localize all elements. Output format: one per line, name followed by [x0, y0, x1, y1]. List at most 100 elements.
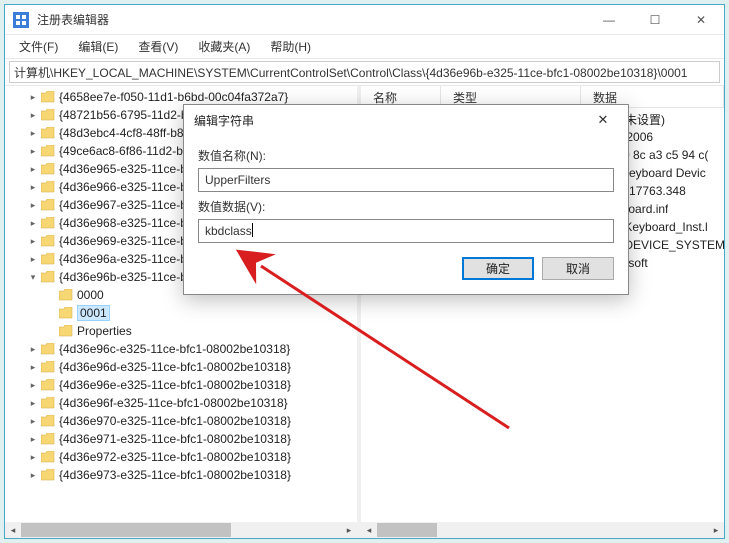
folder-icon [41, 253, 55, 265]
tree-item[interactable]: ▸Properties [5, 322, 357, 340]
menu-favorites[interactable]: 收藏夹(A) [190, 36, 258, 57]
expand-icon[interactable]: ▸ [27, 91, 39, 103]
close-button[interactable]: ✕ [678, 5, 724, 35]
value-data-input[interactable] [198, 219, 614, 243]
tree-item-label: {4d36e966-e325-11ce-bf [59, 180, 190, 194]
tree-item-label: {4d36e969-e325-11ce-bf [59, 234, 190, 248]
tree-item-label: {4d36e965-e325-11ce-bf [59, 162, 190, 176]
expand-icon[interactable]: ▸ [27, 379, 39, 391]
cancel-button[interactable]: 取消 [542, 257, 614, 280]
folder-icon [59, 289, 73, 301]
tree-item-label: {4d36e96b-e325-11ce-bf [59, 270, 190, 284]
folder-icon [41, 343, 55, 355]
tree-item-label: {4d36e96f-e325-11ce-bfc1-08002be10318} [59, 396, 288, 410]
folder-icon [41, 217, 55, 229]
tree-item[interactable]: ▸ {4d36e970-e325-11ce-bfc1-08002be10318} [5, 412, 357, 430]
expand-icon[interactable]: ▸ [27, 397, 39, 409]
tree-item-label: {48721b56-6795-11d2-b [59, 108, 188, 122]
tree-item[interactable]: ▸ {4d36e96d-e325-11ce-bfc1-08002be10318} [5, 358, 357, 376]
tree-item-label: Properties [77, 324, 132, 338]
expand-icon[interactable]: ▸ [27, 343, 39, 355]
folder-icon [41, 379, 55, 391]
expand-icon[interactable]: ▸ [27, 469, 39, 481]
folder-icon [41, 469, 55, 481]
edit-string-dialog: 编辑字符串 ✕ 数值名称(N): 数值数据(V): 确定 取消 [183, 104, 629, 295]
folder-icon [41, 91, 55, 103]
folder-icon [41, 361, 55, 373]
folder-icon [41, 271, 55, 283]
tree-scrollbar-h[interactable]: ◂ ▸ [5, 522, 357, 538]
scroll-thumb[interactable] [377, 523, 437, 537]
expand-icon[interactable]: ▸ [27, 451, 39, 463]
tree-item-label: {4d36e96d-e325-11ce-bfc1-08002be10318} [59, 360, 291, 374]
tree-item-label: {4d36e973-e325-11ce-bfc1-08002be10318} [59, 468, 291, 482]
dialog-close-button[interactable]: ✕ [588, 105, 618, 135]
titlebar[interactable]: 注册表编辑器 — ☐ ✕ [5, 5, 724, 35]
folder-icon [41, 199, 55, 211]
folder-icon [41, 451, 55, 463]
menu-file[interactable]: 文件(F) [11, 36, 66, 57]
value-name-input[interactable] [198, 168, 614, 192]
tree-item-label: 0000 [77, 288, 104, 302]
dialog-titlebar[interactable]: 编辑字符串 ✕ [184, 105, 628, 135]
expand-icon[interactable]: ▸ [27, 433, 39, 445]
folder-icon [41, 181, 55, 193]
tree-item[interactable]: ▸ {4d36e973-e325-11ce-bfc1-08002be10318} [5, 466, 357, 484]
scroll-right-icon[interactable]: ▸ [708, 522, 724, 538]
expand-icon[interactable]: ▸ [27, 217, 39, 229]
expand-icon[interactable]: ▸ [27, 253, 39, 265]
scroll-right-icon[interactable]: ▸ [341, 522, 357, 538]
tree-item[interactable]: ▸ {4d36e972-e325-11ce-bfc1-08002be10318} [5, 448, 357, 466]
menu-edit[interactable]: 编辑(E) [70, 36, 126, 57]
tree-item-label: {4d36e971-e325-11ce-bfc1-08002be10318} [59, 432, 291, 446]
menu-help[interactable]: 帮助(H) [262, 36, 319, 57]
folder-icon [59, 307, 73, 319]
tree-item-label: {4d36e970-e325-11ce-bfc1-08002be10318} [59, 414, 291, 428]
maximize-button[interactable]: ☐ [632, 5, 678, 35]
expand-icon[interactable]: ▸ [27, 127, 39, 139]
expand-icon[interactable]: ▸ [27, 109, 39, 121]
folder-icon [41, 397, 55, 409]
expand-icon[interactable]: ▸ [27, 235, 39, 247]
tree-item-label: {4d36e968-e325-11ce-bf [59, 216, 190, 230]
app-icon [13, 12, 29, 28]
tree-item[interactable]: ▸ {4d36e96f-e325-11ce-bfc1-08002be10318} [5, 394, 357, 412]
value-name-label: 数值名称(N): [198, 147, 614, 164]
scroll-left-icon[interactable]: ◂ [361, 522, 377, 538]
expand-icon[interactable]: ▸ [27, 361, 39, 373]
folder-icon [41, 109, 55, 121]
expand-icon[interactable]: ▸ [27, 163, 39, 175]
menubar: 文件(F) 编辑(E) 查看(V) 收藏夹(A) 帮助(H) [5, 35, 724, 59]
tree-item[interactable]: ▸ {4d36e971-e325-11ce-bfc1-08002be10318} [5, 430, 357, 448]
menu-view[interactable]: 查看(V) [130, 36, 186, 57]
folder-icon [41, 415, 55, 427]
expand-icon[interactable]: ▸ [27, 181, 39, 193]
tree-item[interactable]: ▸0001 [5, 304, 357, 322]
expand-icon[interactable]: ▸ [27, 199, 39, 211]
folder-icon [41, 145, 55, 157]
tree-item-label: {4d36e96e-e325-11ce-bfc1-08002be10318} [59, 378, 291, 392]
folder-icon [41, 127, 55, 139]
tree-item[interactable]: ▸ {4d36e96c-e325-11ce-bfc1-08002be10318} [5, 340, 357, 358]
window-title: 注册表编辑器 [37, 11, 586, 28]
expand-icon[interactable]: ▸ [27, 145, 39, 157]
scroll-left-icon[interactable]: ◂ [5, 522, 21, 538]
ok-button[interactable]: 确定 [462, 257, 534, 280]
tree-item-label: {4d36e96a-e325-11ce-bf [59, 252, 190, 266]
list-scrollbar-h[interactable]: ◂ ▸ [361, 522, 724, 538]
scroll-thumb[interactable] [21, 523, 231, 537]
folder-icon [59, 325, 73, 337]
expand-icon[interactable]: ▸ [27, 415, 39, 427]
tree-item-label: {48d3ebc4-4cf8-48ff-b86 [59, 126, 190, 140]
tree-item-label: {4d36e972-e325-11ce-bfc1-08002be10318} [59, 450, 291, 464]
tree-item-label: 0001 [77, 305, 110, 321]
minimize-button[interactable]: — [586, 5, 632, 35]
collapse-icon[interactable]: ▾ [27, 271, 39, 283]
address-bar[interactable]: 计算机\HKEY_LOCAL_MACHINE\SYSTEM\CurrentCon… [9, 61, 720, 83]
tree-item-label: {4d36e96c-e325-11ce-bfc1-08002be10318} [59, 342, 290, 356]
folder-icon [41, 433, 55, 445]
tree-item-label: {4658ee7e-f050-11d1-b6bd-00c04fa372a7} [59, 90, 288, 104]
tree-item[interactable]: ▸ {4d36e96e-e325-11ce-bfc1-08002be10318} [5, 376, 357, 394]
tree-item-label: {4d36e967-e325-11ce-bf [59, 198, 190, 212]
folder-icon [41, 235, 55, 247]
